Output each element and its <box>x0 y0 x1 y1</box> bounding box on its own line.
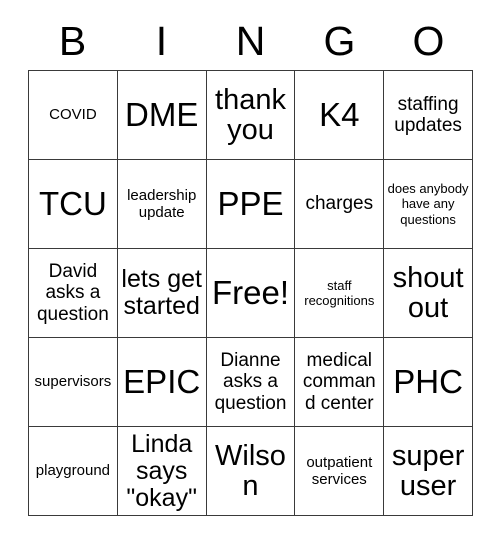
bingo-cell-label: staffing updates <box>394 93 462 136</box>
bingo-cell-label: outpatient services <box>306 453 373 488</box>
bingo-header-letter-g: G <box>323 18 356 64</box>
bingo-cell-label: staff recognitions <box>304 277 375 308</box>
bingo-cell[interactable]: staffing updates <box>384 71 473 160</box>
bingo-cell-label: leadership update <box>127 186 197 221</box>
bingo-cell[interactable]: staff recognitions <box>295 249 385 338</box>
bingo-cell[interactable]: COVID <box>29 71 118 160</box>
bingo-cell-label: PHC <box>393 363 463 401</box>
bingo-header-letter-b: B <box>58 18 87 64</box>
bingo-cell[interactable]: Dianne asks a question <box>206 338 296 427</box>
bingo-cell[interactable]: Linda says "okay" <box>117 427 207 516</box>
bingo-cell-label: K4 <box>319 96 360 134</box>
bingo-cell[interactable]: supervisors <box>29 338 118 427</box>
bingo-cell[interactable]: EPIC <box>117 338 207 427</box>
bingo-cell-label: does anybody have any questions <box>387 181 469 227</box>
bingo-cell-label: PPE <box>217 185 284 223</box>
bingo-cell-label: super user <box>391 439 465 502</box>
bingo-cell-label: thank you <box>215 83 286 146</box>
bingo-cell-label: Free! <box>211 274 289 312</box>
bingo-card: B I N G O COVID DME thank you K4 staffin… <box>0 0 500 544</box>
bingo-cell-label: supervisors <box>34 373 112 391</box>
bingo-cell[interactable]: lets get started <box>117 249 207 338</box>
bingo-cell-label: Wilson <box>215 439 286 502</box>
bingo-cell[interactable]: does anybody have any questions <box>384 160 473 249</box>
bingo-cell[interactable]: super user <box>384 427 473 516</box>
bingo-cell[interactable]: shout out <box>384 249 473 338</box>
bingo-grid: COVID DME thank you K4 staffing updates … <box>28 70 473 516</box>
bingo-cell[interactable]: playground <box>29 427 118 516</box>
bingo-cell-label: playground <box>35 462 111 480</box>
bingo-cell[interactable]: leadership update <box>117 160 207 249</box>
bingo-cell[interactable]: DME <box>117 71 207 160</box>
bingo-cell[interactable]: medical command center <box>295 338 385 427</box>
bingo-cell-label: TCU <box>38 185 107 223</box>
bingo-cell[interactable]: charges <box>295 160 385 249</box>
bingo-cell-label: DME <box>125 96 199 134</box>
bingo-cell-label: David asks a question <box>36 261 109 325</box>
bingo-cell[interactable]: outpatient services <box>295 427 385 516</box>
bingo-cell-label: COVID <box>49 106 97 124</box>
bingo-header-letter-n: N <box>235 18 266 64</box>
bingo-cell[interactable]: PPE <box>206 160 296 249</box>
bingo-header-letter-i: I <box>155 18 168 64</box>
bingo-cell-label: Dianne asks a question <box>214 350 287 414</box>
bingo-cell[interactable]: David asks a question <box>29 249 118 338</box>
bingo-cell[interactable]: TCU <box>29 160 118 249</box>
bingo-cell-label: medical command center <box>302 350 376 414</box>
bingo-cell[interactable]: PHC <box>384 338 473 427</box>
bingo-cell-label: Linda says "okay" <box>126 429 197 512</box>
bingo-cell-label: lets get started <box>121 265 202 320</box>
bingo-cell-free[interactable]: Free! <box>206 249 296 338</box>
bingo-cell[interactable]: thank you <box>206 71 296 160</box>
bingo-cell-label: charges <box>305 193 374 215</box>
bingo-cell-label: shout out <box>392 261 464 324</box>
bingo-cell[interactable]: K4 <box>295 71 385 160</box>
bingo-header-letter-o: O <box>412 18 445 64</box>
bingo-cell[interactable]: Wilson <box>206 427 296 516</box>
bingo-header-row: B I N G O <box>28 14 473 69</box>
bingo-cell-label: EPIC <box>123 363 201 401</box>
